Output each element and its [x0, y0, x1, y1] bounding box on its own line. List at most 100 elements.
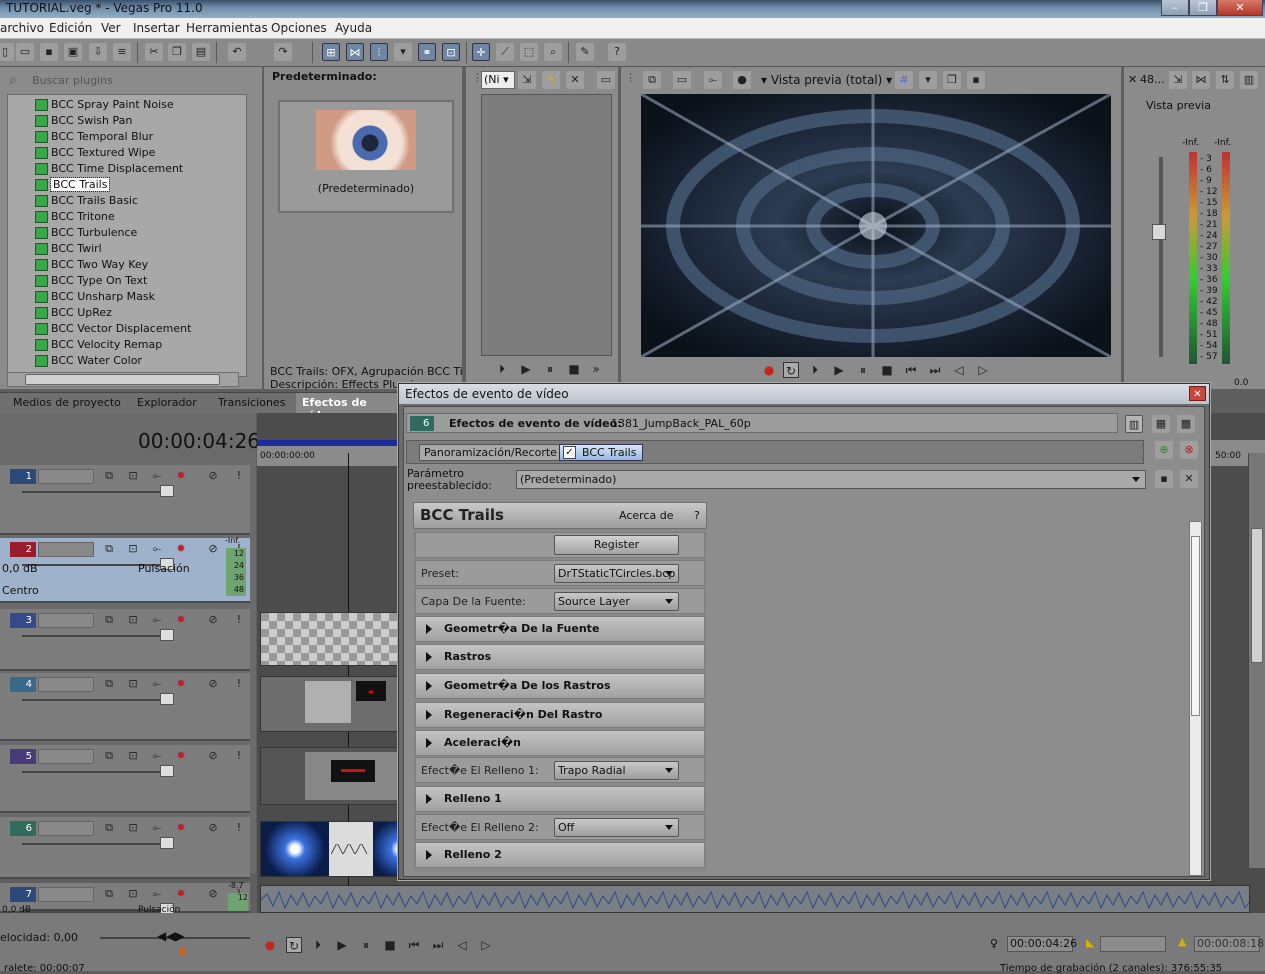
menu-ayuda[interactable]: Ayuda	[335, 21, 372, 35]
track-name-field[interactable]	[38, 542, 94, 557]
layout-single-icon[interactable]: ▥	[1125, 415, 1143, 433]
plugin-item[interactable]: BCC Water Color	[35, 353, 142, 369]
go-to-start-icon[interactable]: ⏮	[903, 362, 919, 378]
preset-thumbnail[interactable]: (Predeterminado)	[278, 100, 454, 213]
motion-icon[interactable]: ⧉	[102, 749, 116, 763]
fx-icon[interactable]: ⊡	[126, 821, 140, 835]
plugin-tree[interactable]: BCC Spray Paint Noise BCC Swish Pan BCC Te…	[7, 94, 247, 377]
bus-fader[interactable]	[1152, 224, 1166, 240]
track-level-slider[interactable]	[22, 635, 172, 637]
close-button[interactable]: ✕	[1217, 0, 1263, 16]
mute-icon[interactable]: ⊘	[206, 677, 220, 691]
dialog-close-button[interactable]: ✕	[1189, 386, 1206, 401]
compositing-icon[interactable]: ⟜	[150, 613, 164, 627]
plugin-item[interactable]: BCC Two Way Key	[35, 257, 148, 273]
cut-icon[interactable]: ✂	[145, 43, 163, 61]
audio-waveform-track-7[interactable]	[260, 885, 1250, 913]
snapping-icon[interactable]: ⊞	[322, 43, 340, 61]
gear-icon[interactable]: ✹	[174, 887, 188, 901]
gear-icon[interactable]: ✹	[174, 469, 188, 483]
cursor-time-field[interactable]: 00:00:04:26	[1007, 936, 1077, 952]
pause-icon[interactable]: ⏸	[358, 937, 374, 953]
whats-this-icon[interactable]: ?	[608, 43, 626, 61]
fx-icon[interactable]: ⊡	[126, 613, 140, 627]
menu-ver[interactable]: Ver	[101, 21, 121, 35]
solo-icon[interactable]: !	[232, 677, 246, 691]
mute-icon[interactable]: ⊘	[206, 749, 220, 763]
next-frame-icon[interactable]: ▷	[478, 937, 494, 953]
motion-icon[interactable]: ⧉	[102, 887, 116, 901]
go-to-end-icon[interactable]: ⏭	[430, 937, 446, 953]
checkbox-icon[interactable]: ✓	[563, 446, 576, 459]
mute-icon[interactable]: ⊘	[206, 469, 220, 483]
track-level-slider[interactable]	[22, 843, 172, 845]
tab-explorer[interactable]: Explorador	[137, 396, 197, 409]
preview-fx-icon[interactable]: ●	[733, 71, 751, 89]
normal-edit-tool-icon[interactable]: ✛	[472, 43, 490, 61]
save-as-icon[interactable]: ▣	[64, 43, 82, 61]
menu-opciones[interactable]: Opciones	[271, 21, 327, 35]
compositing-icon[interactable]: ⟜	[150, 821, 164, 835]
paste-icon[interactable]: ▤	[192, 43, 210, 61]
bus-mixer-icon[interactable]: ▥	[1240, 71, 1258, 89]
plugin-item[interactable]: BCC UpRez	[35, 305, 112, 321]
play-icon[interactable]: ▶	[831, 362, 847, 378]
timeline-vscroll-thumb[interactable]	[1251, 528, 1263, 663]
menu-edicion[interactable]: Edición	[49, 21, 92, 35]
plugin-item[interactable]: BCC Trails	[35, 177, 111, 193]
ignore-grouping-icon[interactable]: ⊡	[442, 43, 460, 61]
minimize-button[interactable]: –	[1161, 0, 1189, 16]
plugin-item[interactable]: BCC Twirl	[35, 241, 102, 257]
project-properties-icon[interactable]: ⧉	[643, 71, 661, 89]
menu-archivo[interactable]: archivo	[0, 21, 44, 35]
prev-frame-icon[interactable]: ◁	[951, 362, 967, 378]
close-icon[interactable]: ✕	[1128, 73, 1137, 86]
track2-mode[interactable]: Pulsación	[138, 562, 190, 575]
timeline-vscroll[interactable]	[1248, 453, 1265, 868]
gear-icon[interactable]: ✹	[174, 677, 188, 691]
plugin-item[interactable]: BCC Swish Pan	[35, 113, 132, 129]
track-level-slider[interactable]	[22, 699, 172, 701]
copy-icon[interactable]: ❐	[168, 43, 186, 61]
track-header-4[interactable]: 4 ⧉ ⊡ ⟜ ✹ ⊘!	[0, 673, 250, 741]
record-icon[interactable]: ●	[262, 937, 278, 953]
plugin-item[interactable]: BCC Tritone	[35, 209, 115, 225]
menu-insertar[interactable]: Insertar	[133, 21, 180, 35]
tab-transitions[interactable]: Transiciones	[218, 396, 285, 409]
selection-tool-icon[interactable]: ⬚	[520, 43, 538, 61]
preview-mode-select[interactable]: ▾ Vista previa (total) ▾	[761, 73, 892, 87]
play-icon[interactable]: ▶	[518, 361, 534, 377]
motion-icon[interactable]: ⧉	[102, 677, 116, 691]
ripple-dropdown-icon[interactable]: ▾	[394, 43, 412, 61]
plugin-item[interactable]: BCC Spray Paint Noise	[35, 97, 174, 113]
track-header-6[interactable]: 6 ⧉ ⊡ ⟜ ✹ ⊘!	[0, 817, 250, 879]
compositing-icon[interactable]: ⟜	[150, 887, 164, 901]
track-header-2[interactable]: 2⧉⊡⟜✹⊘!0,0 dBCentroPulsación-Inf.1224364…	[0, 536, 250, 603]
record-icon[interactable]: ●	[761, 362, 777, 378]
param-group[interactable]: Regeneraci�n Del Rastro	[415, 702, 705, 728]
more-icon[interactable]: »	[588, 361, 604, 377]
param-dropdown[interactable]: DrTStaticTCircles.bcp	[554, 564, 679, 583]
plugin-item[interactable]: BCC Vector Displacement	[35, 321, 191, 337]
track-name-field[interactable]	[38, 677, 94, 692]
loop-region[interactable]	[257, 440, 397, 446]
clip-track-4[interactable]: ▰	[260, 676, 400, 732]
plugin-tree-hscroll[interactable]	[7, 372, 239, 387]
plugin-item[interactable]: BCC Textured Wipe	[35, 145, 155, 161]
compositing-icon[interactable]: ⟜	[150, 749, 164, 763]
track-name-field[interactable]	[38, 887, 94, 902]
clip-track-6[interactable]: ╱╲╱╲╱╲	[260, 821, 401, 877]
plugin-item[interactable]: BCC Temporal Blur	[35, 129, 153, 145]
track-name-field[interactable]	[38, 749, 94, 764]
track-header-7[interactable]: 7⧉⊡⟜✹⊘!-8,7120,0 dBPulsación	[0, 881, 250, 915]
next-frame-icon[interactable]: ▷	[975, 362, 991, 378]
track-name-field[interactable]	[38, 469, 94, 484]
play-from-start-icon[interactable]: ⏵	[494, 361, 510, 377]
play-from-start-icon[interactable]: ⏵	[807, 362, 823, 378]
level-handle[interactable]	[160, 629, 174, 641]
rate-slider-handle[interactable]: ◀◀▶	[157, 929, 185, 943]
add-plugin-icon[interactable]: ⊕	[1155, 441, 1173, 459]
envelope-tool-icon[interactable]: ⟋	[496, 43, 514, 61]
prev-frame-icon[interactable]: ◁	[454, 937, 470, 953]
new-icon[interactable]: ▯	[0, 43, 14, 61]
